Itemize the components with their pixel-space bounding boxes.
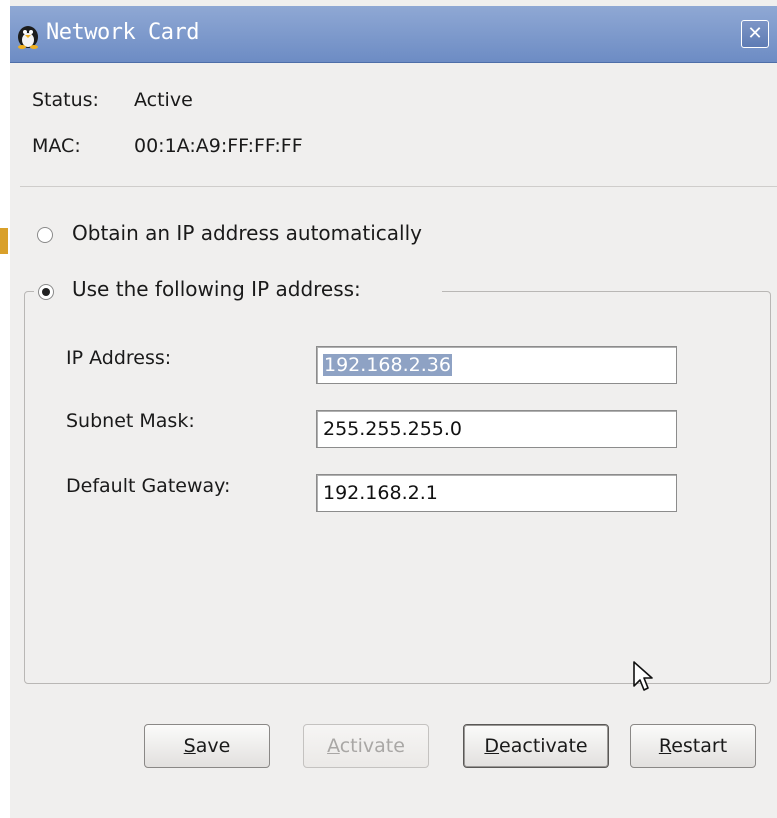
- desktop-edge-marker: [0, 228, 8, 254]
- network-card-window: Network Card ✕ Status: Active MAC: 00:1A…: [10, 0, 777, 818]
- default-gateway-label: Default Gateway:: [66, 475, 231, 497]
- save-button-mnemonic: S: [183, 735, 196, 757]
- restart-button-mnemonic: R: [658, 735, 672, 757]
- restart-button-label: estart: [671, 735, 728, 757]
- radio-use-following-label[interactable]: Use the following IP address:: [72, 277, 361, 301]
- deactivate-button-label: eactivate: [499, 735, 588, 757]
- mac-label: MAC:: [32, 135, 81, 157]
- mac-value: 00:1A:A9:FF:FF:FF: [134, 135, 303, 157]
- close-button[interactable]: ✕: [741, 20, 769, 48]
- deactivate-button[interactable]: Deactivate: [463, 724, 609, 768]
- activate-button-label: ctivate: [339, 735, 405, 757]
- ip-address-label: IP Address:: [66, 347, 172, 369]
- separator: [20, 186, 777, 187]
- ip-address-value: 192.168.2.36: [323, 354, 452, 376]
- radio-obtain-automatically[interactable]: [37, 227, 53, 243]
- activate-button-mnemonic: A: [327, 735, 340, 757]
- subnet-mask-value: 255.255.255.0: [323, 418, 463, 440]
- close-icon: ✕: [747, 23, 763, 44]
- status-label: Status:: [32, 89, 99, 111]
- subnet-mask-input[interactable]: 255.255.255.0: [316, 410, 677, 448]
- window-title: Network Card: [46, 20, 199, 45]
- radio-use-following[interactable]: [38, 284, 54, 300]
- save-button[interactable]: Save: [144, 724, 270, 768]
- deactivate-button-mnemonic: D: [484, 735, 500, 757]
- restart-button[interactable]: Restart: [630, 724, 756, 768]
- title-bar[interactable]: Network Card ✕: [10, 6, 777, 63]
- activate-button[interactable]: Activate: [303, 724, 429, 768]
- mouse-pointer-icon: [632, 660, 654, 698]
- default-gateway-value: 192.168.2.1: [323, 482, 438, 504]
- subnet-mask-label: Subnet Mask:: [66, 410, 195, 432]
- static-ip-group-legend: Use the following IP address:: [34, 277, 442, 307]
- save-button-label: ave: [195, 735, 231, 757]
- ip-address-input[interactable]: 192.168.2.36: [316, 346, 677, 384]
- default-gateway-input[interactable]: 192.168.2.1: [316, 474, 677, 512]
- linux-penguin-icon: [14, 23, 42, 49]
- status-value: Active: [134, 89, 193, 111]
- radio-obtain-automatically-label[interactable]: Obtain an IP address automatically: [72, 221, 422, 245]
